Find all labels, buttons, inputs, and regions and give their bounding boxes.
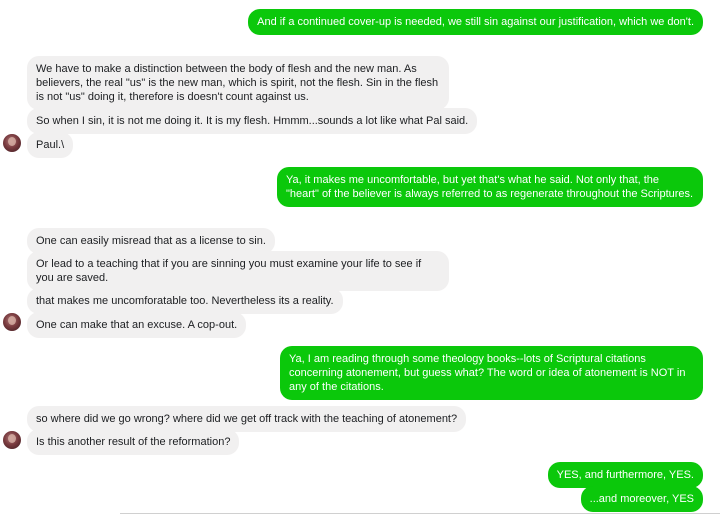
contact-avatar[interactable] [3, 431, 21, 449]
message-bubble-received[interactable]: Paul.\ [27, 132, 74, 158]
message-bubble-sent[interactable]: YES, and furthermore, YES. [547, 462, 703, 488]
message-bubble-received[interactable]: One can make that an excuse. A cop-out. [27, 312, 247, 338]
contact-avatar[interactable] [3, 134, 21, 152]
message-bubble-received[interactable]: We have to make a distinction between th… [27, 56, 449, 110]
message-bubble-sent[interactable]: And if a continued cover-up is needed, w… [248, 9, 703, 35]
message-bubble-received[interactable]: that makes me uncomforatable too. Nevert… [27, 288, 343, 314]
message-bubble-sent[interactable]: Ya, I am reading through some theology b… [280, 346, 703, 400]
message-bubble-received[interactable]: Or lead to a teaching that if you are si… [27, 251, 449, 291]
message-bubble-sent[interactable]: ...and moreover, YES [580, 486, 703, 512]
message-bubble-received[interactable]: Is this another result of the reformatio… [27, 429, 240, 455]
message-bubble-received[interactable]: So when I sin, it is not me doing it. It… [27, 108, 478, 134]
message-bubble-sent[interactable]: Ya, it makes me uncomfortable, but yet t… [277, 167, 703, 207]
composer-divider [120, 513, 720, 514]
contact-avatar[interactable] [3, 313, 21, 331]
